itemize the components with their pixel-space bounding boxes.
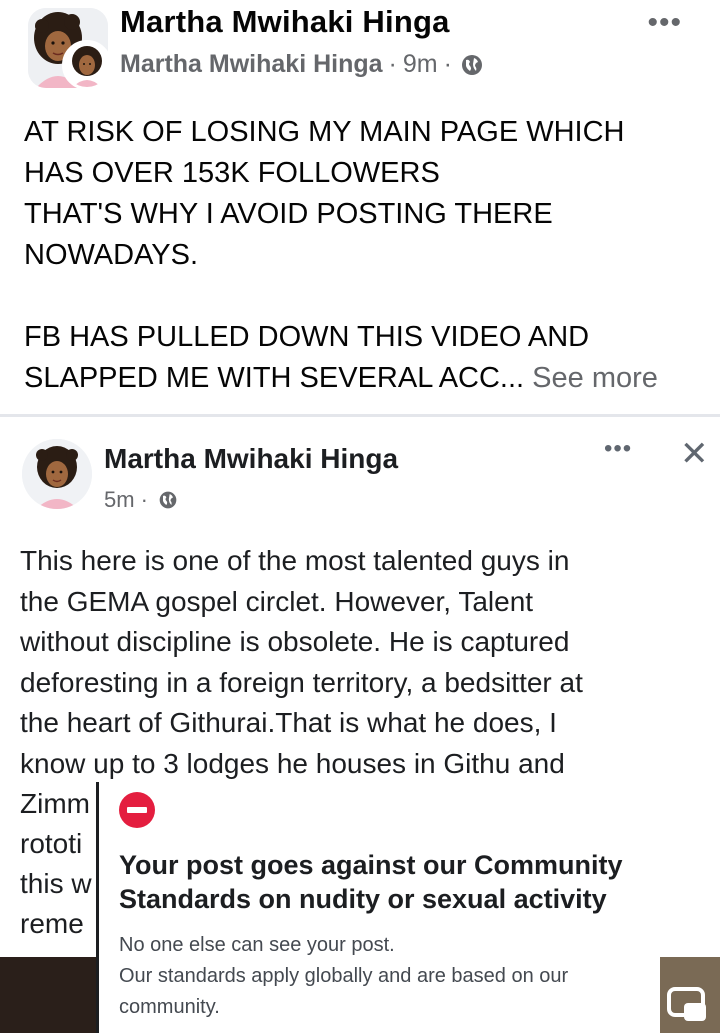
- post-timestamp[interactable]: 9m: [403, 50, 438, 79]
- notice-title-line: Standards on nudity or sexual activity: [119, 884, 607, 914]
- notice-body: No one else can see your post. Our stand…: [119, 930, 659, 1023]
- post-text-line: FB HAS PULLED DOWN THIS VIDEO AND: [24, 321, 590, 353]
- embedded-text-line: without discipline is obsolete. He is ca…: [20, 626, 570, 657]
- sub-author-name[interactable]: Martha Mwihaki Hinga: [120, 50, 383, 79]
- embedded-text-partial: rototi: [20, 828, 83, 859]
- notice-body-line: Our standards apply globally and are bas…: [119, 965, 569, 987]
- embedded-post-meta: 5m ·: [104, 487, 178, 513]
- profile-avatar[interactable]: [62, 40, 112, 90]
- notice-body-line: community.: [119, 996, 220, 1018]
- embedded-avatar: [22, 439, 92, 509]
- embedded-post-screenshot[interactable]: Martha Mwihaki Hinga 5m · ••• ✕ This her…: [0, 417, 720, 1033]
- globe-icon: [159, 491, 177, 509]
- meta-separator: ·: [443, 50, 452, 78]
- post-text-line: NOWADAYS.: [24, 239, 199, 271]
- meta-separator: ·: [140, 487, 148, 512]
- avatar-small-illustration-icon: [65, 43, 109, 87]
- violation-notice: Your post goes against our Community Sta…: [96, 782, 660, 1033]
- embedded-more-icon: •••: [604, 435, 633, 462]
- post-meta: Martha Mwihaki Hinga · 9m ·: [120, 50, 484, 79]
- prohibited-icon: [119, 792, 155, 828]
- embedded-author-name: Martha Mwihaki Hinga: [104, 443, 399, 474]
- embedded-text-line: the GEMA gospel circlet. However, Talent: [20, 585, 534, 617]
- video-thumbnail-strip: [0, 957, 96, 1033]
- see-more-link[interactable]: See more: [532, 362, 658, 394]
- embedded-text-line: the heart of Githurai.That is what he do…: [20, 707, 557, 738]
- author-name[interactable]: Martha Mwihaki Hinga: [120, 4, 450, 40]
- notice-body-line: No one else can see your post.: [119, 934, 395, 956]
- embedded-text-line: deforesting in a foreign territory, a be…: [20, 666, 583, 698]
- avatar-illustration-icon: [22, 439, 92, 509]
- embedded-text-line: know up to 3 lodges he houses in Githu a…: [20, 747, 565, 779]
- embedded-text-partial: this w: [20, 868, 92, 899]
- close-icon: ✕: [680, 435, 709, 473]
- post-text: AT RISK OF LOSING MY MAIN PAGE WHICH HAS…: [24, 112, 704, 399]
- picture-in-picture-icon[interactable]: [666, 983, 710, 1027]
- notice-title-line: Your post goes against our Community: [119, 850, 623, 880]
- meta-separator: ·: [388, 50, 397, 78]
- post-header: Martha Mwihaki Hinga Martha Mwihaki Hing…: [0, 0, 720, 100]
- embedded-text-line: This here is one of the most talented gu…: [20, 545, 570, 576]
- embedded-text-partial: reme: [20, 908, 84, 939]
- post-text-truncated: SLAPPED ME WITH SEVERAL ACC...: [24, 362, 525, 394]
- post-text-line: THAT'S WHY I AVOID POSTING THERE: [24, 198, 553, 230]
- more-options-icon[interactable]: •••: [647, 6, 682, 40]
- embedded-timestamp: 5m: [104, 487, 135, 512]
- embedded-post-text: This here is one of the most talented gu…: [20, 541, 710, 939]
- post-text-line: HAS OVER 153K FOLLOWERS: [24, 157, 440, 189]
- post-text-line: AT RISK OF LOSING MY MAIN PAGE WHICH: [24, 116, 625, 148]
- post-text-line-last: SLAPPED ME WITH SEVERAL ACC... See more: [24, 358, 704, 399]
- globe-icon: [461, 54, 482, 75]
- notice-title: Your post goes against our Community Sta…: [119, 848, 659, 916]
- embedded-text-partial: Zimm: [20, 788, 90, 819]
